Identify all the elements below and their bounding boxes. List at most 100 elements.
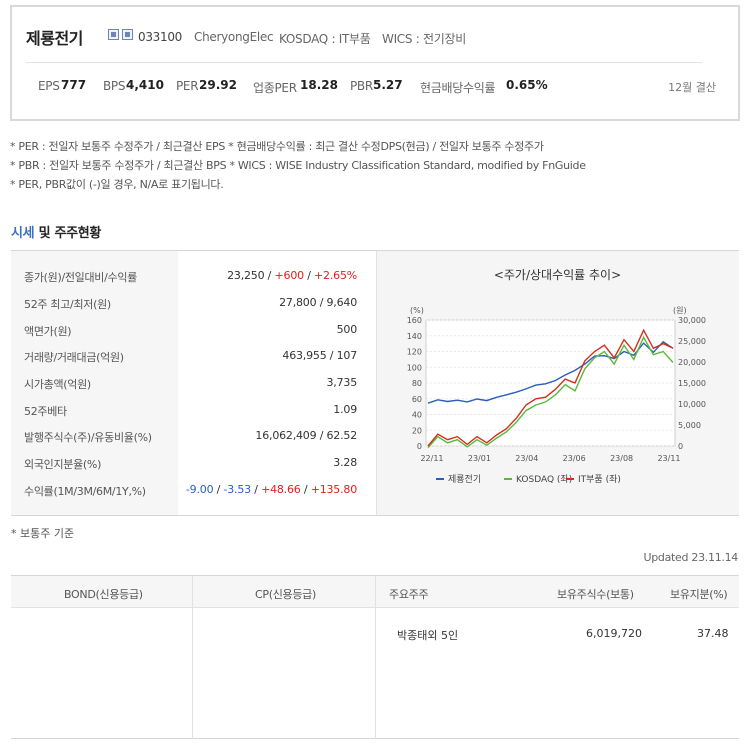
quote-label: 발행주식수(주)/유동비율(%) (24, 431, 152, 444)
metric-label-dividend: 현금배당수익률 (420, 81, 496, 95)
holder-name[interactable]: 박종태외 5인 (397, 627, 458, 643)
quote-value: 3.28 (333, 456, 357, 469)
updated-date: Updated 23.11.14 (643, 551, 738, 564)
company-name: 제룡전기 (26, 29, 83, 48)
left-axis-unit: (%) (410, 306, 424, 315)
quote-row-shares: 발행주식수(주)/유동비율(%) 16,062,409 / 62.52 (11, 422, 366, 449)
right-tick-label: 0 (678, 442, 683, 451)
holder-pct: 37.48 (697, 627, 729, 640)
left-tick-label: 100 (407, 363, 422, 372)
left-tick-label: 40 (412, 411, 422, 420)
left-tick-label: 160 (407, 316, 422, 325)
close-price: 23,250 (227, 269, 265, 282)
left-tick-label: 0 (417, 442, 422, 451)
left-tick-label: 140 (407, 332, 422, 341)
header-cp: CP(신용등급) (255, 588, 316, 601)
metric-label-bps: BPS (103, 79, 126, 93)
x-tick-label: 23/08 (610, 454, 633, 463)
right-tick-label: 30,000 (678, 316, 706, 325)
right-tick-label: 25,000 (678, 337, 706, 346)
legend-label: 제룡전기 (448, 474, 481, 485)
quote-row-returns: 수익률(1M/3M/6M/1Y,%) -9.00 / -3.53 / +48.6… (11, 476, 366, 503)
left-tick-label: 60 (412, 395, 422, 404)
quote-row-close: 종가(원)/전일대비/수익률 23,250 / +600 / +2.65% (11, 262, 366, 289)
market-sector: KOSDAQ : IT부품 (279, 32, 371, 46)
metric-label-eps: EPS (38, 79, 60, 93)
metric-value-dividend: 0.65% (506, 78, 548, 92)
column-divider (375, 576, 376, 739)
quote-row-52w: 52주 최고/최저(원) 27,800 / 9,640 (11, 289, 366, 316)
right-tick-label: 5,000 (678, 421, 701, 430)
chart-title: <주가/상대수익률 추이> (493, 268, 622, 282)
section-title-rest: 및 주주현황 (38, 226, 102, 241)
fiscal-period: 12월 결산 (668, 81, 716, 94)
right-axis-unit: (원) (673, 306, 687, 315)
quote-label: 종가(원)/전일대비/수익률 (24, 271, 137, 284)
quote-row-beta: 52주베타 1.09 (11, 396, 366, 423)
quote-value: 463,955 / 107 (282, 349, 357, 362)
footnote: * 보통주 기준 (11, 527, 75, 540)
note-negative: * PER, PBR값이 (-)일 경우, N/A로 표기됩니다. (10, 178, 224, 191)
legend-label: IT부품 (좌) (578, 474, 621, 485)
right-tick-label: 10,000 (678, 400, 706, 409)
left-tick-label: 120 (407, 348, 422, 357)
return-3m: -3.53 (223, 483, 251, 496)
stock-code: 033100 (138, 30, 183, 44)
holder-shares: 6,019,720 (586, 627, 642, 640)
note-pbr: * PBR : 전일자 보통주 수정주가 / 최근결산 BPS * WICS :… (10, 159, 586, 172)
section-title: 시세 및 주주현황 (11, 222, 101, 241)
x-tick-label: 23/04 (515, 454, 538, 463)
note-per: * PER : 전일자 보통주 수정주가 / 최근결산 EPS * 현금배당수익… (10, 140, 544, 153)
metric-value-sector-per: 18.28 (300, 78, 338, 92)
column-divider (192, 576, 193, 608)
quote-label: 외국인지분율(%) (24, 458, 102, 471)
metric-value-eps: 777 (61, 78, 87, 92)
print-icon[interactable] (122, 29, 133, 40)
column-divider (192, 608, 193, 739)
legend-label: KOSDAQ (좌) (516, 474, 572, 485)
quote-value: 1.09 (333, 403, 357, 416)
quote-value-returns: -9.00 / -3.53 / +48.66 / +135.80 (185, 483, 357, 496)
x-tick-label: 23/06 (563, 454, 586, 463)
quote-label: 시가총액(억원) (24, 378, 91, 391)
metric-value-pbr: 5.27 (373, 78, 403, 92)
quote-row-foreign: 외국인지분율(%) 3.28 (11, 449, 366, 476)
x-tick-label: 23/01 (468, 454, 491, 463)
quote-label: 52주 최고/최저(원) (24, 298, 111, 311)
metric-value-bps: 4,410 (126, 78, 164, 92)
quote-label: 거래량/거래대금(억원) (24, 351, 124, 364)
report-icon[interactable] (108, 29, 119, 40)
return-1m: -9.00 (185, 483, 214, 496)
quote-value-close: 23,250 / +600 / +2.65% (227, 269, 357, 282)
x-tick-label: 23/11 (657, 454, 680, 463)
english-name: CheryongElec (194, 30, 274, 44)
return-6m: +48.66 (261, 483, 301, 496)
quote-label: 수익률(1M/3M/6M/1Y,%) (24, 485, 146, 498)
metric-label-per: PER (176, 79, 199, 93)
quote-value: 27,800 / 9,640 (279, 296, 357, 309)
header-major-holder: 주요주주 (389, 588, 429, 601)
quote-label: 52주베타 (24, 405, 67, 418)
header-bond: BOND(신용등급) (64, 588, 143, 601)
wics-sector: WICS : 전기장비 (382, 32, 466, 46)
price-change-pct: +2.65% (314, 269, 357, 282)
x-tick-label: 22/11 (420, 454, 443, 463)
quote-value: 3,735 (326, 376, 358, 389)
metric-label-pbr: PBR (350, 79, 373, 93)
quote-row-volume: 거래량/거래대금(억원) 463,955 / 107 (11, 342, 366, 369)
quote-row-marketcap: 시가총액(억원) 3,735 (11, 369, 366, 396)
header-ownership: 보유지분(%) (670, 588, 728, 601)
right-tick-label: 15,000 (678, 379, 706, 388)
quote-value: 500 (336, 323, 358, 336)
left-tick-label: 20 (412, 426, 422, 435)
right-tick-label: 20,000 (678, 358, 706, 367)
price-change: +600 (274, 269, 305, 282)
quote-value: 16,062,409 / 62.52 (255, 429, 357, 442)
price-chart[interactable]: 0 20 40 60 80 100 120 140 160(%) 0 5,000 10,000 15,0… (376, 290, 739, 505)
metric-label-sector-per: 업종PER (253, 81, 297, 95)
header-divider (26, 62, 702, 63)
header-shares: 보유주식수(보통) (557, 588, 634, 601)
quote-label: 액면가(원) (24, 325, 72, 338)
company-header (10, 5, 740, 121)
left-tick-label: 80 (412, 379, 422, 388)
